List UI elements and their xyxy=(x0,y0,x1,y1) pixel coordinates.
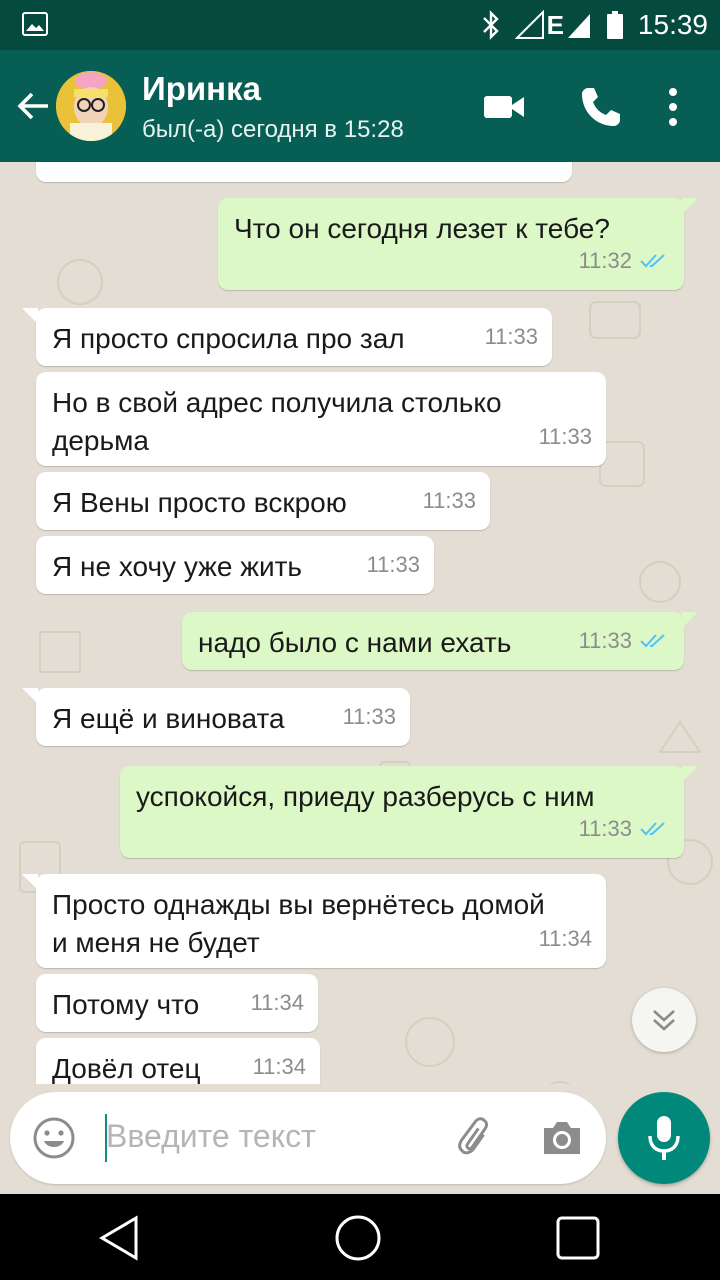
message-meta: 11:33 xyxy=(579,810,670,848)
message-text: Я просто спросила про зал xyxy=(52,323,405,354)
message-text: надо было с нами ехать xyxy=(198,627,512,658)
chat-header: Иринка был(-а) сегодня в 15:28 xyxy=(0,50,720,162)
message-text: Что он сегодня лезет к тебе? xyxy=(234,213,610,244)
message-text: Я Вены просто вскрою xyxy=(52,487,347,518)
nav-recents-icon[interactable] xyxy=(554,1214,602,1262)
message-incoming[interactable]: 11:32 xyxy=(36,162,572,182)
video-call-icon[interactable] xyxy=(482,84,528,130)
message-time: 11:32 xyxy=(505,162,558,174)
message-time: 11:33 xyxy=(578,628,632,653)
message-time: 11:33 xyxy=(366,552,420,577)
message-text: Потому что xyxy=(52,989,200,1020)
message-input[interactable]: Введите текст xyxy=(106,1118,316,1155)
clock: 15:39 xyxy=(637,9,708,40)
emoji-icon[interactable] xyxy=(32,1116,76,1160)
message-time: 11:33 xyxy=(578,816,632,841)
battery-icon xyxy=(606,11,623,39)
attach-icon[interactable] xyxy=(454,1116,498,1160)
message-incoming[interactable]: Но в свой адрес получила столько дерьма … xyxy=(36,372,606,466)
message-text: Но в свой адрес получила столько дерьма xyxy=(52,387,502,456)
message-meta: 11:33 xyxy=(579,622,670,660)
double-check-icon xyxy=(640,822,665,836)
double-check-icon xyxy=(640,254,665,268)
message-incoming[interactable]: Просто однажды вы вернётесь домой и меня… xyxy=(22,874,606,968)
message-outgoing[interactable]: надо было с нами ехать 11:33 xyxy=(182,612,698,670)
message-time: 11:34 xyxy=(252,1054,306,1079)
contact-name[interactable]: Иринка xyxy=(142,70,261,108)
status-bar: E 15:39 xyxy=(0,0,720,50)
message-input-box[interactable]: Введите текст xyxy=(10,1092,606,1184)
message-time: 11:33 xyxy=(538,424,592,449)
double-check-icon xyxy=(640,634,665,648)
message-time: 11:34 xyxy=(538,926,592,951)
message-text: Довёл отец xyxy=(52,1053,201,1084)
message-text: Я не хочу уже жить xyxy=(52,551,303,582)
message-incoming[interactable]: Я не хочу уже жить 11:33 xyxy=(36,536,434,594)
scroll-to-bottom-button[interactable] xyxy=(632,988,696,1052)
message-incoming[interactable]: Потому что 11:34 xyxy=(36,974,318,1032)
message-text: Я ещё и виновата xyxy=(52,703,285,734)
message-text: Просто однажды вы вернётесь домой и меня… xyxy=(52,889,545,958)
message-time: 11:33 xyxy=(422,488,476,513)
message-time: 11:33 xyxy=(342,704,396,729)
network-type: E xyxy=(546,9,564,40)
message-text: успокойся, приеду разберусь с ним xyxy=(136,781,595,812)
microphone-icon xyxy=(648,1116,680,1160)
message-incoming[interactable]: Я ещё и виновата 11:33 xyxy=(22,688,410,746)
avatar[interactable] xyxy=(56,71,126,141)
signal-strength-icon xyxy=(567,14,590,38)
nav-back-icon[interactable] xyxy=(96,1214,144,1262)
nav-home-icon[interactable] xyxy=(334,1214,382,1262)
message-meta: 11:32 xyxy=(579,242,670,280)
message-incoming[interactable]: Я просто спросила про зал 11:33 xyxy=(22,308,552,366)
message-time: 11:33 xyxy=(484,324,538,349)
image-icon xyxy=(22,12,48,36)
phone-icon[interactable] xyxy=(578,84,624,130)
voice-message-button[interactable] xyxy=(618,1092,710,1184)
chevron-double-down-icon xyxy=(653,1010,675,1031)
message-incoming[interactable]: Я Вены просто вскрою 11:33 xyxy=(36,472,490,530)
message-time: 11:32 xyxy=(578,248,632,273)
system-navigation-bar xyxy=(0,1194,720,1280)
message-outgoing[interactable]: успокойся, приеду разберусь с ним 11:33 xyxy=(120,766,698,858)
signal-icon xyxy=(514,10,544,39)
bluetooth-icon xyxy=(482,10,499,40)
more-icon[interactable] xyxy=(650,84,696,130)
camera-icon[interactable] xyxy=(540,1116,584,1160)
chat-area[interactable]: 11:32 Что он сегодня лезет к тебе? 11:32… xyxy=(0,162,720,1194)
contact-last-seen: был(-а) сегодня в 15:28 xyxy=(142,116,404,143)
message-outgoing[interactable]: Что он сегодня лезет к тебе? 11:32 xyxy=(218,198,698,290)
message-time: 11:34 xyxy=(250,990,304,1015)
back-arrow-icon[interactable] xyxy=(14,86,54,126)
